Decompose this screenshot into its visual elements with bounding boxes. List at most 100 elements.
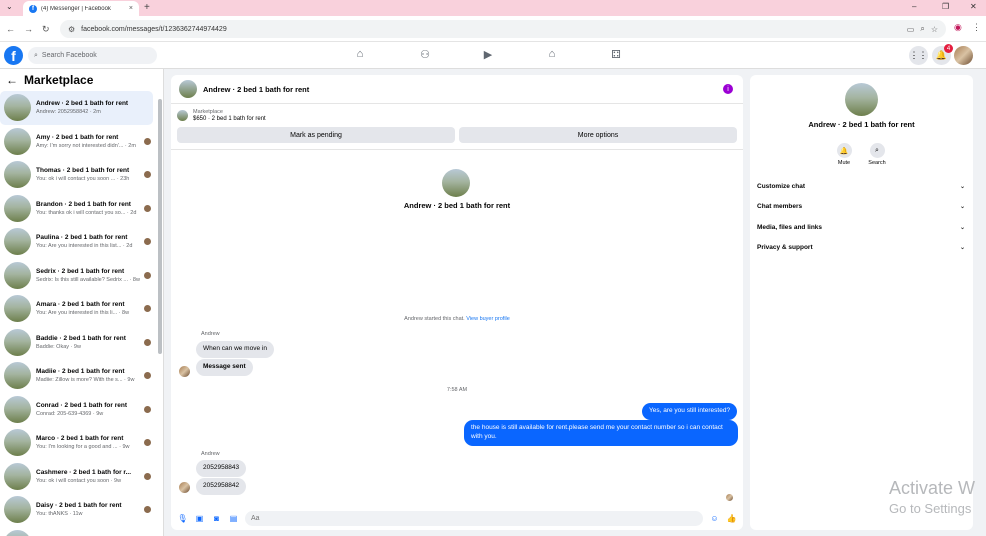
back-icon[interactable]: ← [6, 24, 15, 34]
browser-tab[interactable]: f (4) Messenger | Facebook × [23, 1, 139, 16]
chrome-menu-icon[interactable]: ⋮ [972, 22, 981, 33]
conversation-item[interactable]: Amara · 2 bed 1 bath for rent You: Are yo… [0, 292, 153, 326]
conversation-name: Baddie · 2 bed 1 bath for rent [36, 334, 126, 342]
account-avatar[interactable] [954, 46, 973, 65]
gaming-icon[interactable]: ⚃ [609, 47, 623, 61]
incoming-message[interactable]: When can we move in [196, 341, 274, 358]
conversation-item[interactable]: Daisy · 2 bed 1 bath for rent You: thANKS… [0, 493, 153, 527]
mute-action[interactable]: 🔔 Mute [829, 143, 859, 166]
home-icon[interactable]: ⌂ [353, 47, 367, 61]
sidebar-scrollbar[interactable] [158, 99, 162, 354]
gif-icon[interactable]: ▤ [228, 514, 239, 523]
forward-icon[interactable]: → [24, 24, 33, 34]
new-tab-icon[interactable]: + [144, 2, 150, 13]
read-avatar [144, 238, 151, 246]
outgoing-message[interactable]: the house is still available for rent.pl… [464, 420, 738, 446]
read-avatar [144, 405, 151, 413]
site-info-icon[interactable]: ⚙ [68, 25, 75, 34]
privacy-support-item[interactable]: Privacy & support ⌄ [757, 244, 965, 251]
listing-avatar [4, 362, 31, 390]
more-options-button[interactable]: More options [459, 127, 737, 143]
conversation-item[interactable]: Cashmere · 2 bed 1 bath for r... You: ok … [0, 460, 153, 494]
conversation-name: Thomas · 2 bed 1 bath for rent [36, 167, 130, 175]
conversation-item[interactable]: Peter Thump · 2 bed 1 bath for rent [0, 527, 153, 536]
conversation-item[interactable]: Baddie · 2 bed 1 bath for rent Baddie: Ok… [0, 326, 153, 360]
close-tab-icon[interactable]: × [129, 5, 133, 12]
chevron-down-icon: ⌄ [959, 204, 965, 210]
conversation-preview: You: thanks ok i will contact you so... … [36, 209, 137, 216]
microphone-icon[interactable]: 🎙 [177, 514, 188, 523]
address-bar[interactable]: ⚙ facebook.com/messages/t/12363627449744… [60, 20, 946, 38]
listing-avatar [4, 496, 31, 524]
friends-icon[interactable]: ⚇ [418, 47, 432, 61]
conversation-item[interactable]: Brandon · 2 bed 1 bath for rent You: than… [0, 192, 153, 226]
search-action[interactable]: ⌕ Search [862, 143, 892, 166]
listing-avatar [4, 429, 31, 457]
image-icon[interactable]: ▣ [194, 514, 205, 523]
facebook-search[interactable]: ⌕ Search Facebook [28, 47, 157, 64]
conversation-name: Daisy · 2 bed 1 bath for rent [36, 502, 122, 510]
close-window-icon[interactable]: ✕ [970, 2, 977, 11]
listing-avatar [4, 127, 31, 155]
sender-avatar[interactable] [179, 482, 190, 493]
read-avatar [144, 305, 151, 313]
mark-as-pending-button[interactable]: Mark as pending [177, 127, 455, 143]
read-avatar [144, 439, 151, 447]
chat-members-item[interactable]: Chat members ⌄ [757, 203, 965, 210]
zoom-icon[interactable]: ⌕ [920, 24, 924, 34]
incoming-message[interactable]: 2052958843 [196, 460, 247, 477]
listing-avatar [4, 94, 31, 122]
bookmark-star-icon[interactable]: ☆ [931, 25, 938, 34]
cast-icon[interactable]: ▭ [907, 25, 915, 34]
video-icon[interactable]: ▶ [481, 47, 495, 61]
activate-windows-watermark: Activate W Go to Settings [889, 478, 975, 516]
chat-profile-avatar[interactable] [442, 169, 470, 197]
info-icon[interactable]: i [723, 84, 733, 94]
conversation-item[interactable]: Paulina · 2 bed 1 bath for rent You: Are … [0, 225, 153, 259]
profile-icon[interactable]: ◉ [954, 22, 962, 33]
conversation-item[interactable]: Marco · 2 bed 1 bath for rent You: I'm lo… [0, 426, 153, 460]
conversation-item[interactable]: Madiie · 2 bed 1 bath for rent Madiie: Zi… [0, 359, 153, 393]
search-placeholder: Search Facebook [41, 52, 97, 59]
marketplace-listing[interactable]: Marketplace $650 · 2 bed 1 bath for rent [171, 104, 743, 127]
incoming-message[interactable]: 2052958842 [196, 478, 247, 495]
listing-avatar [4, 261, 31, 289]
tab-title: (4) Messenger | Facebook [41, 5, 111, 12]
details-name: Andrew · 2 bed 1 bath for rent [808, 120, 915, 129]
menu-grid-icon[interactable]: ⋮⋮ [909, 46, 928, 65]
conversation-item[interactable]: Amy · 2 bed 1 bath for rent Amy: I'm sorr… [0, 125, 153, 159]
message-timestamp: 7:58 AM [446, 387, 468, 393]
tab-search-icon[interactable]: ⌄ [6, 2, 13, 11]
chat-title[interactable]: Andrew · 2 bed 1 bath for rent [203, 85, 717, 94]
thumbs-up-icon[interactable]: 👍 [726, 514, 737, 523]
incoming-message[interactable]: Message sent [196, 359, 253, 376]
details-avatar[interactable] [845, 83, 878, 116]
marketplace-icon[interactable]: ⌂ [545, 47, 559, 61]
sticker-icon[interactable]: ◙ [211, 514, 222, 523]
facebook-logo-icon[interactable]: f [4, 46, 23, 65]
listing-avatar [4, 161, 31, 189]
search-icon: ⌕ [869, 143, 885, 158]
chat-panel: Andrew · 2 bed 1 bath for rent i Marketp… [171, 75, 743, 530]
outgoing-message[interactable]: Yes, are you still interested? [642, 403, 738, 420]
view-buyer-profile-link[interactable]: View buyer profile [466, 316, 510, 322]
conversation-item[interactable]: Conrad · 2 bed 1 bath for rent Conrad: 20… [0, 393, 153, 427]
customize-chat-item[interactable]: Customize chat ⌄ [757, 183, 965, 190]
sender-avatar[interactable] [179, 366, 190, 377]
conversation-item[interactable]: Thomas · 2 bed 1 bath for rent You: ok i … [0, 158, 153, 192]
reload-icon[interactable]: ↻ [42, 24, 50, 35]
marketplace-sidebar: ← Marketplace Andrew · 2 bed 1 bath for … [0, 69, 164, 536]
emoji-icon[interactable]: ☺ [709, 514, 720, 523]
minimize-icon[interactable]: – [912, 2, 916, 11]
conversation-list: Andrew · 2 bed 1 bath for rent Andrew: 20… [0, 91, 163, 536]
chat-header-avatar[interactable] [179, 80, 197, 98]
notification-badge: 4 [944, 44, 953, 53]
message-input[interactable] [245, 510, 703, 526]
conversation-item[interactable]: Sedrix · 2 bed 1 bath for rent Sedrix: Is… [0, 259, 153, 293]
read-avatar [144, 338, 151, 346]
maximize-icon[interactable]: ❐ [942, 2, 949, 11]
conversation-item[interactable]: Andrew · 2 bed 1 bath for rent Andrew: 20… [0, 91, 153, 125]
conversation-preview: Madiie: Zillow is more? With the s... · … [36, 377, 135, 384]
media-files-links-item[interactable]: Media, files and links ⌄ [757, 224, 965, 231]
back-arrow-icon[interactable]: ← [6, 73, 18, 87]
